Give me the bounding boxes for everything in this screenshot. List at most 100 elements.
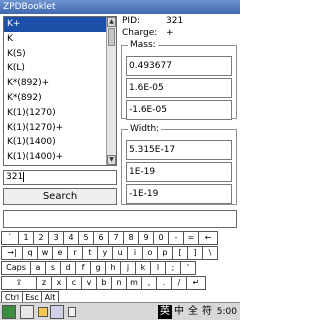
key[interactable]: 0 — [153, 231, 169, 245]
pid-label: PID: — [122, 16, 141, 26]
list-item[interactable]: K(1)(1270)+ — [4, 121, 108, 136]
key[interactable]: h — [105, 261, 121, 275]
key[interactable]: ' — [180, 261, 196, 275]
width-error-plus-field[interactable]: 1E-19 — [126, 162, 232, 182]
scroll-down-icon[interactable]: ▼ — [107, 155, 116, 165]
keyboard-icon[interactable] — [20, 305, 34, 319]
key[interactable]: - — [168, 231, 184, 245]
key[interactable]: u — [112, 246, 128, 260]
key[interactable]: p — [157, 246, 173, 260]
window-icon[interactable] — [50, 305, 64, 319]
key[interactable]: r — [67, 246, 83, 260]
list-item[interactable]: K(L) — [4, 61, 108, 76]
mass-group: Mass: 0.493677 1.6E-05 -1.6E-05 — [121, 40, 237, 120]
list-scrollbar[interactable]: ▲ ▼ — [106, 17, 116, 165]
document-icon[interactable] — [68, 307, 76, 317]
key[interactable]: j — [120, 261, 136, 275]
key[interactable]: v — [81, 276, 97, 290]
lang-fullwidth[interactable]: 全 — [186, 305, 200, 319]
key[interactable]: k — [135, 261, 151, 275]
key[interactable]: \ — [202, 246, 218, 260]
key[interactable]: n — [111, 276, 127, 290]
mass-error-minus-field[interactable]: -1.6E-05 — [126, 100, 232, 120]
list-item[interactable]: K*(892) — [4, 91, 108, 106]
list-item[interactable]: K — [4, 32, 108, 47]
onscreen-keyboard: ` 1 2 3 4 5 6 7 8 9 0- = ← →| q w e r t y u i o p[] \ Caps a s d f g h j… — [0, 231, 240, 305]
key[interactable]: t — [82, 246, 98, 260]
list-item[interactable]: K*(892)+ — [4, 76, 108, 91]
charge-label: Charge: — [122, 28, 158, 38]
keyboard-row: ` 1 2 3 4 5 6 7 8 9 0- = ← — [0, 231, 240, 245]
mass-error-plus-field[interactable]: 1.6E-05 — [126, 78, 232, 98]
key[interactable]: ↵ — [186, 276, 206, 290]
key[interactable]: = — [183, 231, 199, 245]
key[interactable]: c — [66, 276, 82, 290]
key[interactable]: o — [142, 246, 158, 260]
list-items: K+ K K(S) K(L) K*(892)+ K*(892) K(1)(1270) K(1)… — [4, 17, 116, 166]
key[interactable]: 2 — [33, 231, 49, 245]
lang-chinese[interactable]: 中 — [172, 305, 186, 319]
lang-symbol[interactable]: 符 — [200, 305, 214, 319]
key[interactable]: ] — [187, 246, 203, 260]
key[interactable]: i — [127, 246, 143, 260]
key[interactable]: l — [150, 261, 166, 275]
start-menu-icon[interactable] — [2, 305, 16, 319]
key[interactable]: 9 — [138, 231, 154, 245]
clock: 5:00 — [216, 307, 237, 317]
key[interactable]: 6 — [93, 231, 109, 245]
lang-english[interactable]: 英 — [158, 305, 172, 319]
text-caret — [23, 171, 25, 182]
mass-value-field[interactable]: 0.493677 — [126, 56, 232, 76]
key[interactable]: [ — [172, 246, 188, 260]
key[interactable]: ; — [165, 261, 181, 275]
list-item[interactable]: K(1)(1270) — [4, 106, 108, 121]
width-error-minus-field[interactable]: -1E-19 — [126, 184, 232, 204]
key[interactable]: x — [51, 276, 67, 290]
width-value-field[interactable]: 5.315E-17 — [126, 140, 232, 160]
key[interactable]: m — [126, 276, 142, 290]
list-item[interactable]: K+ — [4, 17, 108, 32]
key[interactable]: w — [37, 246, 53, 260]
scroll-up-icon[interactable]: ▲ — [107, 17, 116, 27]
list-item[interactable]: K(S) — [4, 47, 108, 62]
particle-list[interactable]: K+ K K(S) K(L) K*(892)+ K*(892) K(1)(1270) K(1)… — [3, 16, 117, 166]
status-bar — [3, 210, 237, 228]
key[interactable]: d — [60, 261, 76, 275]
key[interactable]: z — [36, 276, 52, 290]
key[interactable]: q — [22, 246, 38, 260]
key[interactable]: a — [30, 261, 46, 275]
key[interactable]: b — [96, 276, 112, 290]
search-input-text: 321 — [6, 172, 24, 182]
key[interactable]: y — [97, 246, 113, 260]
key[interactable]: s — [45, 261, 61, 275]
list-item[interactable]: K(1)(1400) — [4, 135, 108, 150]
pid-value: 321 — [166, 16, 184, 26]
key[interactable]: Caps — [1, 261, 31, 275]
list-item[interactable]: K*(1410) — [4, 165, 108, 166]
charge-value: + — [166, 28, 174, 38]
key[interactable]: ← — [198, 231, 218, 245]
key[interactable]: 3 — [48, 231, 64, 245]
search-input[interactable]: 321 — [3, 170, 117, 185]
key[interactable]: f — [75, 261, 91, 275]
key[interactable]: . — [156, 276, 172, 290]
key[interactable]: / — [171, 276, 187, 290]
key[interactable]: g — [90, 261, 106, 275]
key[interactable]: , — [141, 276, 157, 290]
key[interactable]: 1 — [18, 231, 34, 245]
key[interactable]: 5 — [78, 231, 94, 245]
key[interactable]: 8 — [123, 231, 139, 245]
key[interactable]: ⇧ — [1, 276, 37, 290]
search-button[interactable]: Search — [3, 188, 117, 205]
key[interactable]: 4 — [63, 231, 79, 245]
key[interactable]: e — [52, 246, 68, 260]
width-group: Width: 5.315E-17 1E-19 -1E-19 — [121, 124, 237, 205]
key[interactable]: 7 — [108, 231, 124, 245]
keyboard-row: ⇧ z x c v b n m,. / ↵ — [0, 276, 240, 290]
scroll-thumb[interactable] — [108, 28, 115, 46]
list-item[interactable]: K(1)(1400)+ — [4, 150, 108, 165]
lock-icon[interactable] — [38, 307, 48, 317]
key[interactable]: ` — [1, 231, 19, 245]
key[interactable]: →| — [1, 246, 23, 260]
keyboard-row: →| q w e r t y u i o p[] \ — [0, 246, 240, 260]
